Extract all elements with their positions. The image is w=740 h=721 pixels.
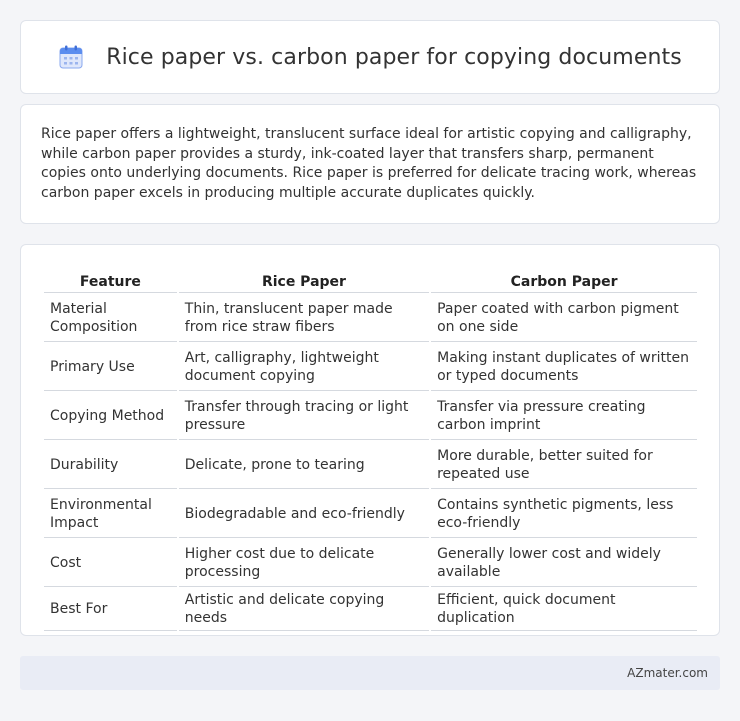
rice-paper-cell: Higher cost due to delicate processing [178,538,430,587]
footer-bar: AZmater.com [20,656,720,690]
table-row: Environmental Impact Biodegradable and e… [44,489,697,538]
table-header-row: Feature Rice Paper Carbon Paper [44,263,697,293]
table-row: Durability Delicate, prone to tearing Mo… [44,440,697,489]
feature-cell: Copying Method [44,391,177,440]
table-row: Cost Higher cost due to delicate process… [44,538,697,587]
table-row: Best For Artistic and delicate copying n… [44,587,697,631]
page-title: Rice paper vs. carbon paper for copying … [106,44,682,70]
feature-cell: Primary Use [44,342,177,391]
footer-brand: AZmater.com [627,666,708,680]
comparison-card: Feature Rice Paper Carbon Paper Material… [20,244,720,636]
table-row: Material Composition Thin, translucent p… [44,293,697,342]
summary-text: Rice paper offers a lightweight, translu… [41,126,697,201]
column-header-carbon-paper: Carbon Paper [431,263,697,293]
carbon-paper-cell: Contains synthetic pigments, less eco-fr… [431,489,697,538]
carbon-paper-cell: Making instant duplicates of written or … [431,342,697,391]
rice-paper-cell: Transfer through tracing or light pressu… [178,391,430,440]
table-row: Primary Use Art, calligraphy, lightweigh… [44,342,697,391]
table-row: Copying Method Transfer through tracing … [44,391,697,440]
feature-cell: Best For [44,587,177,631]
rice-paper-cell: Biodegradable and eco-friendly [178,489,430,538]
calendar-icon [58,44,84,70]
title-card: Rice paper vs. carbon paper for copying … [20,20,720,94]
rice-paper-cell: Thin, translucent paper made from rice s… [178,293,430,342]
comparison-table: Feature Rice Paper Carbon Paper Material… [42,263,699,631]
feature-cell: Material Composition [44,293,177,342]
carbon-paper-cell: Transfer via pressure creating carbon im… [431,391,697,440]
feature-cell: Cost [44,538,177,587]
column-header-rice-paper: Rice Paper [178,263,430,293]
feature-cell: Environmental Impact [44,489,177,538]
feature-cell: Durability [44,440,177,489]
summary-card: Rice paper offers a lightweight, translu… [20,104,720,224]
rice-paper-cell: Delicate, prone to tearing [178,440,430,489]
rice-paper-cell: Artistic and delicate copying needs [178,587,430,631]
column-header-feature: Feature [44,263,177,293]
carbon-paper-cell: Generally lower cost and widely availabl… [431,538,697,587]
carbon-paper-cell: More durable, better suited for repeated… [431,440,697,489]
carbon-paper-cell: Paper coated with carbon pigment on one … [431,293,697,342]
carbon-paper-cell: Efficient, quick document duplication [431,587,697,631]
rice-paper-cell: Art, calligraphy, lightweight document c… [178,342,430,391]
